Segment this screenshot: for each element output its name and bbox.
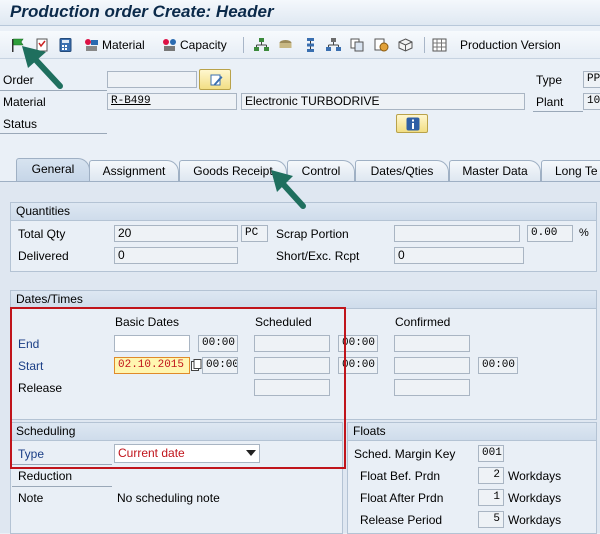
structure-button[interactable] bbox=[326, 36, 341, 53]
percent-sign: % bbox=[579, 227, 589, 239]
toolbar-separator bbox=[243, 37, 244, 53]
scrap-portion-field[interactable] bbox=[394, 225, 520, 242]
start-confirmed-date bbox=[394, 357, 470, 374]
edit-order-button[interactable] bbox=[199, 69, 231, 90]
structure-icon bbox=[326, 37, 341, 51]
status-label: Status bbox=[3, 117, 38, 131]
production-version-label: Production Version bbox=[460, 37, 561, 52]
highlight-box bbox=[10, 307, 346, 469]
callout-arrow-icon bbox=[22, 46, 63, 89]
floats-title: Floats bbox=[348, 423, 596, 441]
callout-arrow-icon bbox=[271, 170, 306, 209]
release-period-field: 5 bbox=[478, 511, 504, 528]
end-confirmed-date bbox=[394, 335, 470, 352]
short-exc-field: 0 bbox=[394, 247, 524, 264]
order-type-field[interactable]: PP bbox=[583, 71, 600, 88]
start-confirmed-time: 00:00 bbox=[478, 357, 518, 374]
note-label: Note bbox=[18, 491, 44, 505]
sequences-button[interactable] bbox=[303, 36, 318, 53]
release-confirmed-date bbox=[394, 379, 470, 396]
delivered-label: Delivered bbox=[18, 249, 69, 263]
capacity-icon bbox=[163, 38, 176, 51]
float-after-label: Float After Prdn bbox=[360, 491, 444, 505]
application-toolbar: Material Capacity Production Version bbox=[0, 31, 600, 59]
tab-dates-qties[interactable]: Dates/Qties bbox=[355, 160, 449, 182]
short-exc-label: Short/Exc. Rcpt bbox=[276, 249, 360, 263]
info-icon bbox=[406, 117, 420, 131]
pencil-icon bbox=[210, 74, 223, 86]
cost-analysis-icon bbox=[374, 38, 389, 51]
material-label: Material bbox=[3, 95, 46, 109]
note-value: No scheduling note bbox=[117, 491, 220, 505]
material-field[interactable]: R-B499 bbox=[107, 93, 237, 110]
material-icon bbox=[85, 38, 98, 51]
documents-button[interactable] bbox=[350, 36, 365, 53]
reduction-underline bbox=[12, 486, 112, 487]
window-title: Production order Create: Header bbox=[10, 2, 274, 21]
toolbar-separator bbox=[424, 37, 425, 53]
material-description-field: Electronic TURBODRIVE bbox=[241, 93, 525, 110]
float-before-unit: Workdays bbox=[508, 469, 562, 483]
components-icon bbox=[279, 39, 292, 48]
production-version-button[interactable]: Production Version bbox=[432, 36, 561, 53]
tab-long-text[interactable]: Long Te bbox=[541, 160, 600, 182]
material-button-label: Material bbox=[102, 37, 145, 52]
total-qty-field[interactable]: 20 bbox=[114, 225, 238, 242]
capacity-button[interactable]: Capacity bbox=[162, 36, 227, 53]
plant-field[interactable]: 10 bbox=[583, 93, 600, 110]
unit-field[interactable]: PC bbox=[241, 225, 268, 242]
float-before-label: Float Bef. Prdn bbox=[360, 469, 441, 483]
scrap-portion-label: Scrap Portion bbox=[276, 227, 349, 241]
material-button[interactable]: Material bbox=[84, 36, 145, 53]
tab-master-data[interactable]: Master Data bbox=[449, 160, 541, 182]
title-bar: Production order Create: Header bbox=[0, 0, 600, 26]
components-button[interactable] bbox=[278, 36, 293, 53]
status-info-button[interactable] bbox=[396, 114, 428, 133]
tab-general[interactable]: General bbox=[16, 158, 90, 182]
sequence-icon bbox=[307, 37, 314, 52]
margin-key-label: Sched. Margin Key bbox=[354, 447, 456, 461]
scrap-percent-field[interactable]: 0.00 bbox=[527, 225, 573, 242]
float-before-field: 2 bbox=[478, 467, 504, 484]
status-underline bbox=[0, 133, 107, 134]
order-field[interactable] bbox=[107, 71, 197, 88]
delivered-field: 0 bbox=[114, 247, 238, 264]
operations-button[interactable] bbox=[254, 36, 269, 53]
release-period-label: Release Period bbox=[360, 513, 443, 527]
plant-underline bbox=[533, 111, 583, 112]
plant-label: Plant bbox=[536, 95, 564, 109]
package-icon bbox=[398, 37, 413, 52]
margin-key-field[interactable]: 001 bbox=[478, 445, 504, 462]
table-icon bbox=[432, 38, 447, 51]
cost-button[interactable] bbox=[374, 36, 389, 53]
total-qty-label: Total Qty bbox=[18, 227, 66, 241]
confirmed-header: Confirmed bbox=[395, 315, 451, 329]
copy-icon bbox=[350, 38, 364, 51]
reduction-label: Reduction bbox=[18, 469, 73, 483]
type-label: Type bbox=[536, 73, 563, 87]
float-after-unit: Workdays bbox=[508, 491, 562, 505]
release-period-unit: Workdays bbox=[508, 513, 562, 527]
capacity-button-label: Capacity bbox=[180, 37, 227, 52]
hierarchy-icon bbox=[254, 37, 269, 51]
tab-assignment[interactable]: Assignment bbox=[89, 160, 179, 182]
float-after-field: 1 bbox=[478, 489, 504, 506]
package-button[interactable] bbox=[398, 36, 413, 53]
